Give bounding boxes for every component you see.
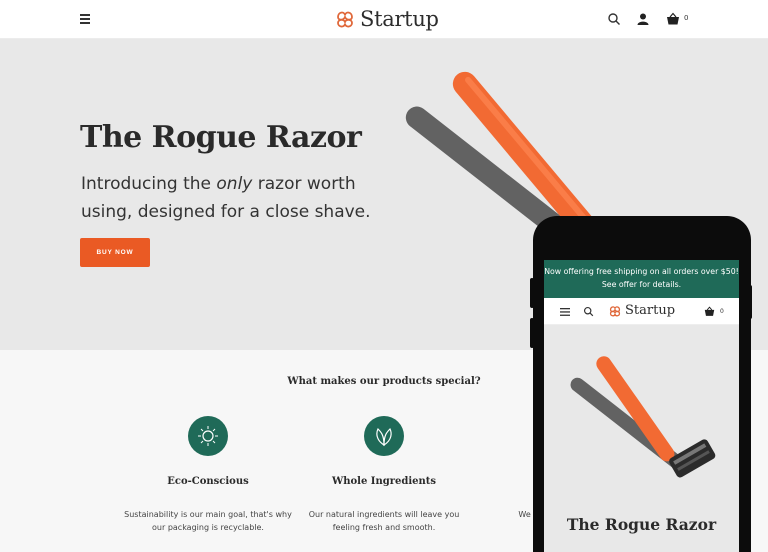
- feature-description: Our natural ingredients will leave you f…: [308, 510, 460, 532]
- site-header: Startup 0: [0, 0, 768, 39]
- razor-image: [405, 71, 610, 230]
- brand-logo[interactable]: Startup: [334, 5, 439, 33]
- menu-icon[interactable]: [560, 308, 570, 316]
- sun-icon: [188, 416, 228, 456]
- mobile-screen: Now offering free shipping on all orders…: [544, 260, 739, 552]
- cart-count: 0: [720, 308, 724, 315]
- brand-name: Startup: [625, 303, 676, 318]
- search-icon[interactable]: [607, 12, 621, 26]
- cart-icon[interactable]: [704, 306, 715, 317]
- cart-icon[interactable]: [666, 12, 680, 26]
- menu-icon[interactable]: [80, 14, 94, 25]
- logo-mark-icon: [609, 305, 621, 316]
- mobile-header: Startup 0: [544, 298, 739, 325]
- razor-image: [570, 356, 716, 478]
- buy-now-button[interactable]: BUY NOW: [80, 238, 150, 267]
- mobile-hero-title: The Rogue Razor: [566, 515, 717, 534]
- feature-description: Sustainability is our main goal, that's …: [124, 510, 292, 532]
- account-icon[interactable]: [636, 12, 650, 26]
- leaf-icon: [364, 416, 404, 456]
- brand-logo[interactable]: Startup: [608, 303, 675, 318]
- hero-subtitle: Introducing the only razor worth using, …: [81, 174, 371, 222]
- brand-name: Startup: [360, 7, 439, 31]
- logo-mark-icon: [337, 11, 353, 28]
- search-icon[interactable]: [583, 306, 594, 317]
- feature-name: Eco-Conscious: [167, 476, 249, 487]
- announcement-bar[interactable]: Now offering free shipping on all orders…: [544, 260, 739, 298]
- cart-count: 0: [684, 14, 689, 22]
- hero-title: The Rogue Razor: [80, 120, 362, 155]
- feature-name: Whole Ingredients: [331, 476, 437, 487]
